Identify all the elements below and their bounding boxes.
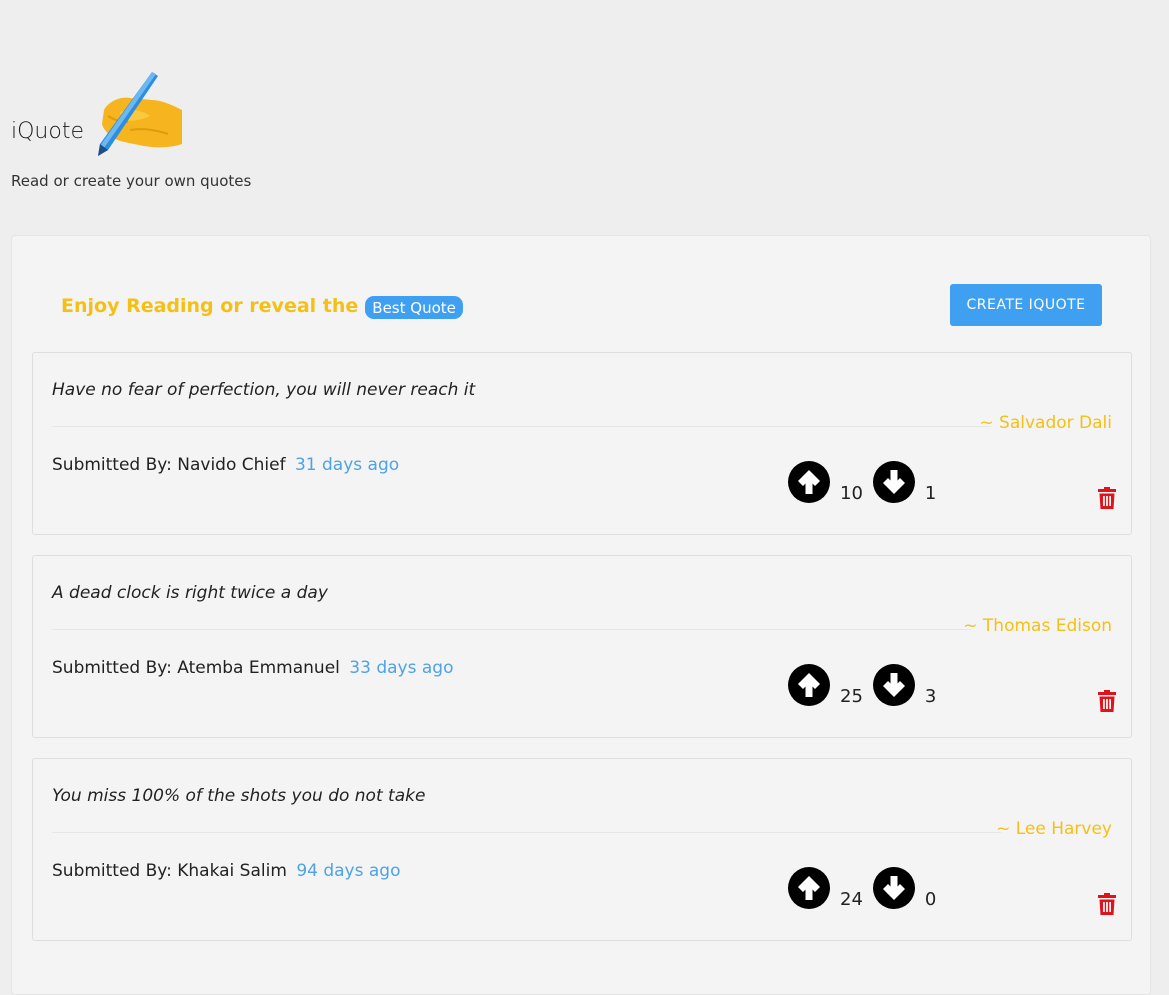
downvote-count: 1 [924,483,937,504]
submitted-by-label: Submitted By: [52,455,172,475]
upvote-count: 25 [840,686,863,707]
delete-quote-button[interactable] [1097,689,1117,713]
quote-divider [52,832,1001,833]
delete-quote-button[interactable] [1097,892,1117,916]
best-quote-badge[interactable]: Best Quote [365,296,463,319]
vote-controls: 10 1 [788,459,946,503]
submitted-by: Submitted By: Khakai Salim 94 days ago [52,861,401,881]
quote-text: You miss 100% of the shots you do not ta… [52,786,426,806]
quote-divider [52,426,991,427]
quote-divider [52,629,971,630]
submitted-time: 33 days ago [349,658,454,678]
arrow-down-icon [882,470,905,494]
downvote-button[interactable] [872,867,915,909]
downvote-count: 0 [924,889,937,910]
panel-heading: Enjoy Reading or reveal the Best Quote [61,293,463,319]
upvote-button[interactable] [788,461,830,503]
submitted-time: 31 days ago [294,455,400,475]
vote-controls: 25 3 [788,662,946,706]
quote-author: ~ Salvador Dali [979,413,1112,433]
trash-icon [1098,893,1116,915]
quote-author: ~ Lee Harvey [996,819,1112,839]
submitter-name: Atemba Emmanuel [177,658,340,678]
quote-author: ~ Thomas Edison [963,616,1112,636]
quotes-panel: Enjoy Reading or reveal the Best Quote C… [11,235,1151,995]
downvote-button[interactable] [872,664,915,706]
upvote-count: 10 [840,483,863,504]
quote-card: You miss 100% of the shots you do not ta… [32,758,1132,941]
vote-controls: 24 0 [788,865,946,909]
arrow-down-icon [882,876,905,900]
upvote-button[interactable] [788,664,830,706]
page-header: iQuote Read or create your own quotes [0,0,1169,235]
upvote-button[interactable] [788,867,830,909]
submitted-by-label: Submitted By: [52,658,172,678]
app-title: iQuote [11,119,84,144]
arrow-up-icon [798,673,820,697]
downvote-button[interactable] [872,461,915,503]
app-tagline: Read or create your own quotes [11,172,252,190]
submitted-time: 94 days ago [296,861,401,881]
submitter-name: Khakai Salim [177,861,287,881]
panel-heading-text: Enjoy Reading or reveal the [61,295,359,317]
quote-card: A dead clock is right twice a day ~ Thom… [32,555,1132,738]
submitted-by-label: Submitted By: [52,861,172,881]
delete-quote-button[interactable] [1097,486,1117,510]
quote-card: Have no fear of perfection, you will nev… [32,352,1132,535]
submitted-by: Submitted By: Atemba Emmanuel 33 days ag… [52,658,453,678]
submitter-name: Navido Chief [177,455,286,475]
arrow-up-icon [798,470,820,494]
quote-text: A dead clock is right twice a day [52,583,328,603]
trash-icon [1098,690,1116,712]
quote-text: Have no fear of perfection, you will nev… [52,380,476,400]
create-iquote-button[interactable]: CREATE IQUOTE [950,284,1102,326]
writing-hand-icon [90,66,186,162]
arrow-down-icon [882,673,905,697]
upvote-count: 24 [840,889,863,910]
arrow-up-icon [798,876,820,900]
trash-icon [1098,487,1116,509]
submitted-by: Submitted By: Navido Chief 31 days ago [52,455,399,475]
downvote-count: 3 [924,686,937,707]
